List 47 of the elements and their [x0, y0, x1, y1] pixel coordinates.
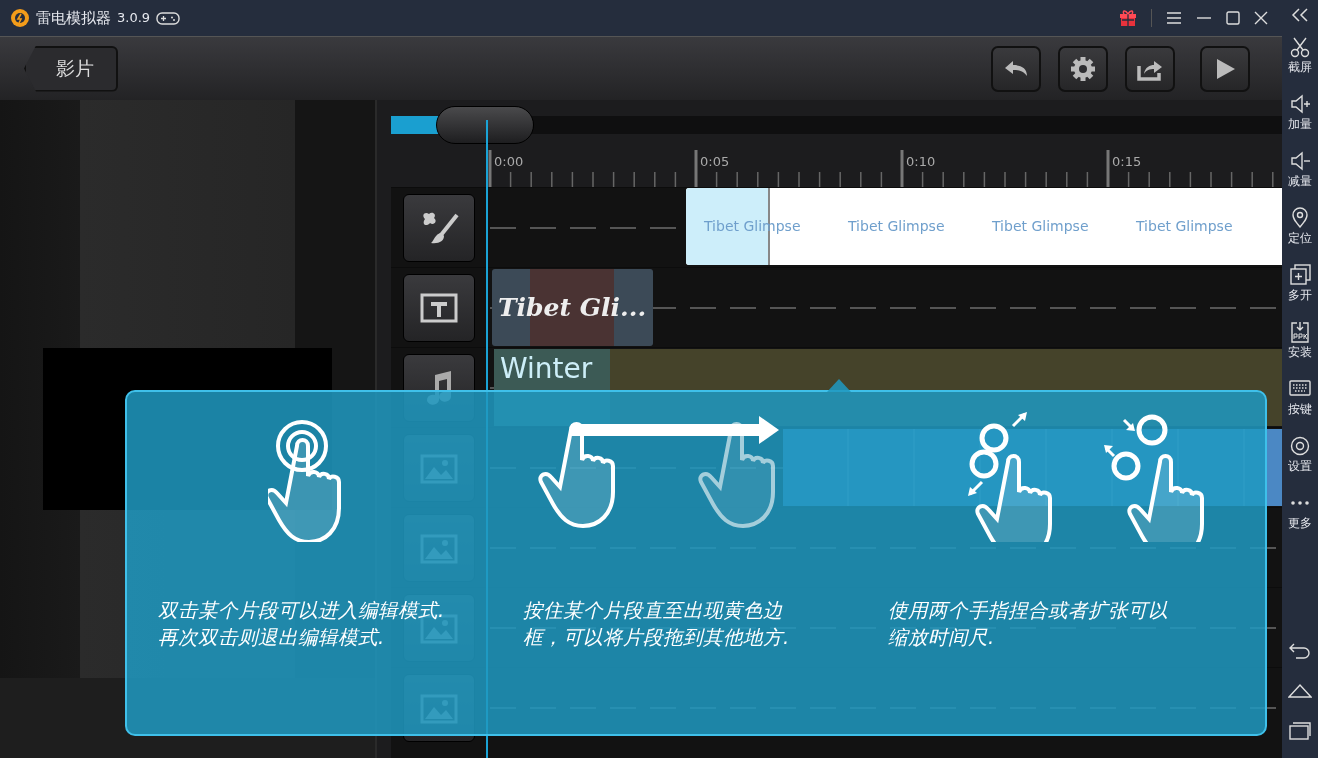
sidebar-button[interactable]: 多开 — [1288, 264, 1312, 321]
multi-window-icon — [1289, 264, 1311, 286]
volume-down-icon — [1289, 150, 1311, 172]
play-button[interactable] — [1200, 45, 1250, 92]
time-label: 0:15 — [1112, 153, 1142, 171]
collapse-icon[interactable] — [1290, 8, 1310, 22]
clip-label: Tibet Glimpse — [991, 217, 1090, 236]
volume-up-icon — [1289, 93, 1311, 115]
sidebar-button[interactable]: 按键 — [1288, 378, 1312, 435]
more-icon — [1291, 501, 1309, 505]
time-label: 0:05 — [700, 153, 730, 171]
sidebar-button[interactable]: 更多 — [1288, 492, 1312, 549]
gift-icon[interactable] — [1119, 9, 1137, 27]
maximize-icon[interactable] — [1226, 11, 1240, 25]
recent-apps-icon[interactable] — [1288, 720, 1312, 740]
sidebar-button[interactable]: 截屏 — [1288, 36, 1312, 93]
settings-icon — [1289, 435, 1311, 457]
track-button[interactable] — [403, 273, 475, 342]
clip-label: Tibet Glimpse — [847, 217, 946, 236]
location-pin-icon — [1289, 207, 1311, 229]
share-button[interactable] — [1125, 45, 1175, 92]
sidebar-button[interactable]: 定位 — [1288, 207, 1312, 264]
slider-handle[interactable] — [436, 106, 534, 144]
clip-label: Tibet Glimpse — [1135, 217, 1234, 236]
apk-install-icon — [1289, 321, 1311, 343]
hint-text: 双击某个片段可以进入编辑模式. 再次双击则退出编辑模式. — [158, 598, 446, 651]
undo-button[interactable] — [991, 45, 1041, 92]
gamepad-icon — [156, 10, 181, 26]
settings-button[interactable] — [1058, 45, 1108, 92]
hint-text: 使用两个手指捏合或者扩张可以 缩放时间尺. — [888, 598, 1169, 651]
menu-icon[interactable] — [1166, 11, 1182, 25]
track-button[interactable] — [403, 193, 475, 262]
time-label: 0:00 — [494, 153, 524, 171]
settings-icon — [1068, 55, 1098, 82]
sidebar-button[interactable]: 加量 — [1288, 93, 1312, 150]
time-label: 0:10 — [906, 153, 936, 171]
scissors-icon — [1289, 36, 1311, 58]
title-clip[interactable]: Tibet Gli... — [492, 269, 653, 346]
sidebar-button[interactable]: 设置 — [1288, 435, 1312, 492]
app-title: 雷电模拟器 — [36, 7, 111, 29]
app-version: 3.0.9 — [117, 9, 151, 28]
sidebar-button[interactable]: 安装 — [1288, 321, 1312, 378]
hint-text: 按住某个片段直至出现黄色边 框，可以将片段拖到其他地方. — [523, 598, 791, 651]
close-icon[interactable] — [1254, 11, 1268, 25]
app-logo-icon — [10, 8, 30, 28]
sidebar-button[interactable]: 减量 — [1288, 150, 1312, 207]
back-button[interactable]: 影片 — [24, 45, 118, 92]
